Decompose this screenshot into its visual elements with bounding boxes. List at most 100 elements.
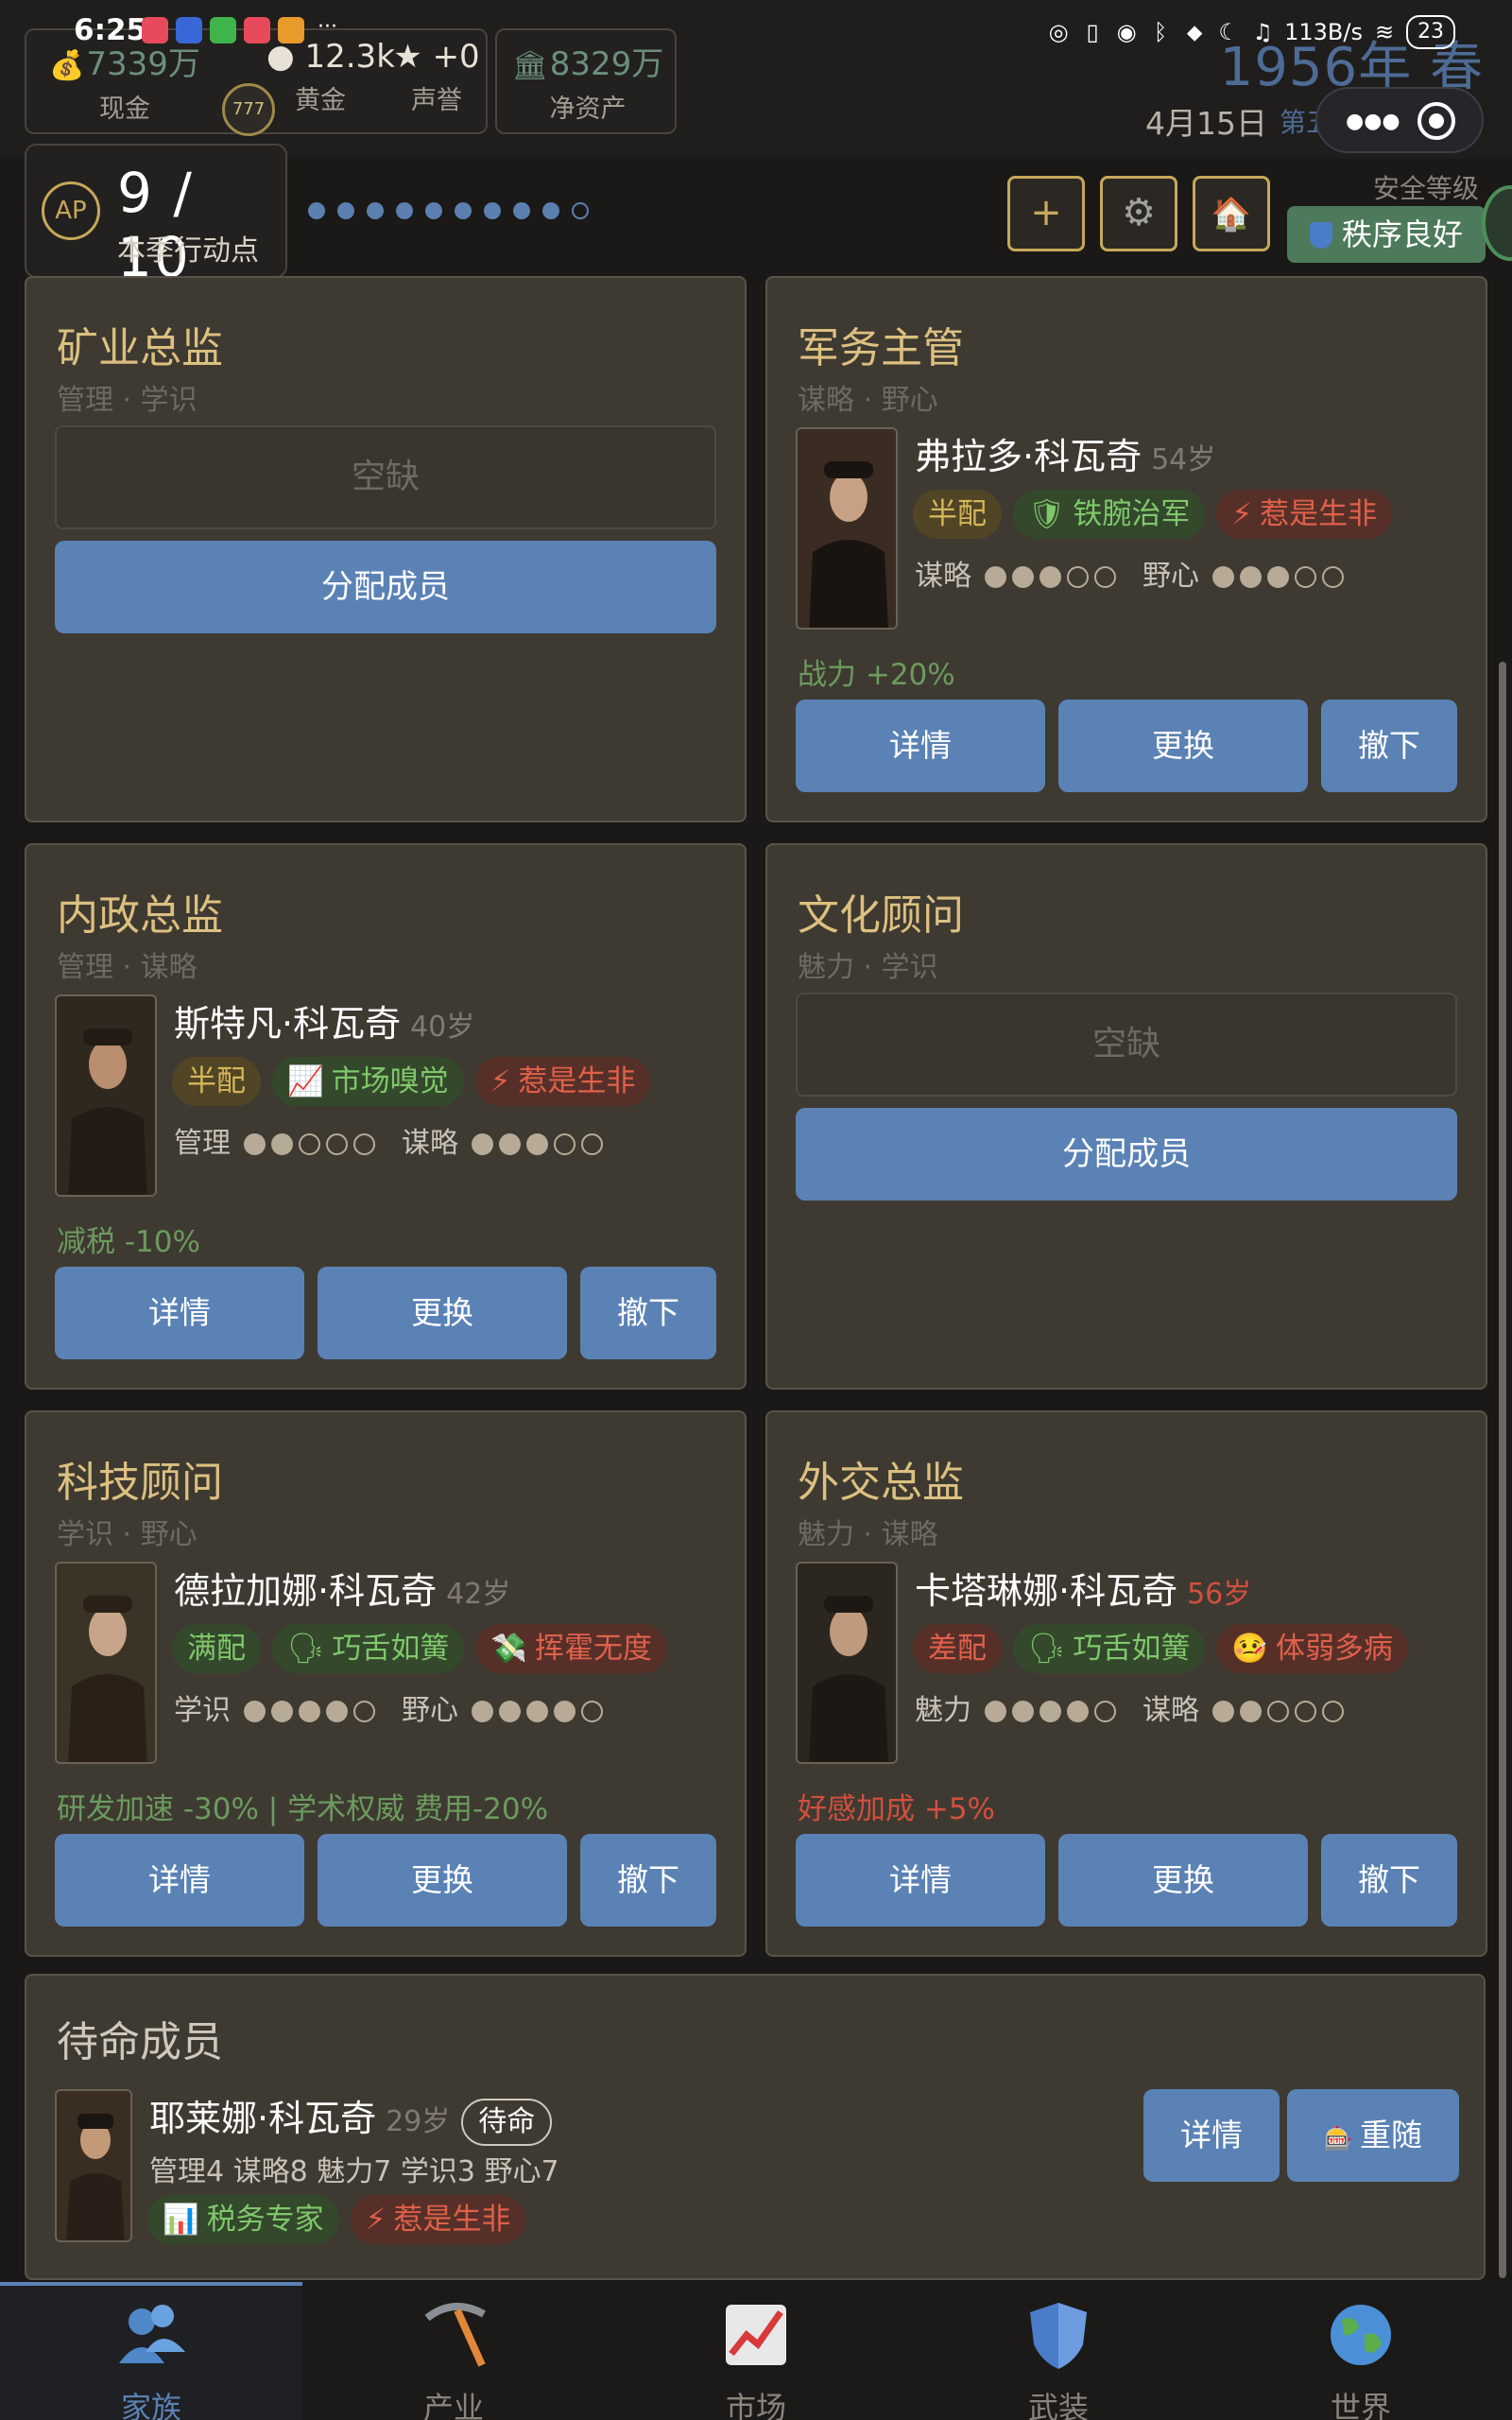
assign-member-button[interactable]: 分配成员	[55, 541, 716, 633]
trait-tag[interactable]: ⚡ 惹是生非	[1216, 490, 1393, 539]
trait-tag[interactable]: ⚡ 惹是生非	[350, 2195, 526, 2244]
details-button[interactable]: 详情	[55, 1267, 304, 1359]
home-button[interactable]: 🏠	[1193, 176, 1270, 251]
speaking-head-icon: 🗣	[1028, 1632, 1066, 1666]
replace-button[interactable]: 更换	[1058, 700, 1308, 792]
replace-button[interactable]: 更换	[318, 1834, 567, 1927]
trait-tag[interactable]: 满配	[172, 1624, 261, 1673]
remove-button[interactable]: 撤下	[580, 1267, 716, 1359]
member-name: 斯特凡·科瓦奇 40岁	[174, 1003, 475, 1045]
nav-item-shield[interactable]: 武装	[907, 2282, 1210, 2420]
empty-slot[interactable]: 空缺	[55, 425, 716, 529]
details-button[interactable]: 详情	[1143, 2089, 1280, 2182]
stat-dot	[1240, 566, 1262, 588]
date-label: 4月15日	[1145, 105, 1267, 142]
stat-dot	[299, 1701, 320, 1722]
trait-tag[interactable]: 🤒 体弱多病	[1216, 1624, 1408, 1673]
stat-dot	[526, 1701, 548, 1722]
member-portrait[interactable]	[55, 994, 157, 1197]
bottom-nav: 家族 产业 市场 武装 世界	[0, 2282, 1512, 2420]
trait-tag[interactable]: 半配	[172, 1057, 261, 1106]
stat-dot	[299, 1133, 320, 1155]
chart-icon: 📈	[287, 1064, 324, 1098]
replace-button[interactable]: 更换	[1058, 1834, 1308, 1927]
app-notification-icon	[176, 17, 202, 43]
money-wings-icon: 💸	[490, 1632, 527, 1666]
eye-icon: ◉	[1116, 19, 1137, 45]
trait-tag[interactable]: 📊 税务专家	[147, 2195, 339, 2244]
position-effect: 战力 +20%	[798, 658, 955, 692]
member-stats: 谋略 野心	[915, 552, 1349, 594]
chat-bubble-icon[interactable]	[1482, 185, 1512, 261]
bluetooth-icon: ᛒ	[1153, 19, 1168, 45]
shield-icon	[1021, 2297, 1096, 2373]
member-portrait[interactable]	[796, 1562, 898, 1764]
member-name: 耶莱娜·科瓦奇 29岁 待命	[149, 2089, 553, 2146]
security-status-badge[interactable]: 秩序良好	[1287, 206, 1486, 263]
trait-tag[interactable]: 🗣 巧舌如簧	[272, 1624, 465, 1673]
position-title: 军务主管	[798, 324, 964, 372]
add-button[interactable]: +	[1007, 176, 1085, 251]
stat-dot	[1067, 566, 1089, 588]
mini-program-capsule[interactable]: ●●●	[1315, 87, 1484, 153]
stat-dot	[1267, 566, 1289, 588]
stat-dot	[271, 1701, 293, 1722]
globe-icon	[1323, 2297, 1399, 2373]
more-icon[interactable]: ●●●	[1346, 110, 1400, 133]
trait-tag[interactable]: 半配	[913, 490, 1002, 539]
trait-tag[interactable]: 差配	[913, 1624, 1002, 1673]
nav-item-family[interactable]: 家族	[0, 2282, 302, 2420]
stat-dot	[1012, 566, 1034, 588]
ap-dot	[308, 202, 325, 219]
position-title: 矿业总监	[57, 324, 223, 372]
ap-dot	[542, 202, 559, 219]
remove-button[interactable]: 撤下	[1321, 1834, 1457, 1927]
empty-slot[interactable]: 空缺	[796, 993, 1457, 1097]
follow-button[interactable]: 🎰 重随	[1287, 2089, 1459, 2182]
ap-dots	[308, 202, 589, 219]
trait-tags: 满配 🗣 巧舌如簧 💸 挥霍无度	[172, 1624, 667, 1673]
trait-tag[interactable]: 📈 市场嗅觉	[272, 1057, 464, 1106]
member-stats: 学识 野心	[174, 1686, 609, 1728]
stat-dot	[1322, 566, 1344, 588]
stat-dot	[985, 1701, 1006, 1722]
details-button[interactable]: 详情	[55, 1834, 304, 1927]
settings-button[interactable]: ⚙	[1100, 176, 1177, 251]
shield-icon: 🛡	[1028, 497, 1066, 531]
remove-button[interactable]: 撤下	[580, 1834, 716, 1927]
assign-member-button[interactable]: 分配成员	[796, 1108, 1457, 1201]
stat-dot	[1094, 1701, 1116, 1722]
app-notification-icon	[278, 17, 304, 43]
stat-dot	[244, 1701, 266, 1722]
member-portrait[interactable]	[55, 2089, 132, 2242]
details-button[interactable]: 详情	[796, 700, 1045, 792]
trait-tag[interactable]: 🗣 巧舌如簧	[1013, 1624, 1206, 1673]
member-portrait[interactable]	[55, 1562, 157, 1764]
lightning-icon: ⚡	[1231, 497, 1253, 531]
nav-item-market-chart[interactable]: 市场	[605, 2282, 907, 2420]
position-effect: 研发加速 -30% | 学术权威 费用-20%	[57, 1792, 549, 1826]
status-bar: 6:25 ··· ◎ ▯ ◉ ᛒ ⬥ ☾ ♫ 113B/s ≋ 23	[0, 0, 1512, 59]
scrollbar[interactable]	[1499, 662, 1506, 2278]
position-card: 外交总监 魅力 · 谋略 卡塔琳娜·科瓦奇 56岁 差配 🗣 巧舌如簧 🤒 体弱多病 魅力…	[765, 1410, 1487, 1957]
stat-dot	[499, 1133, 521, 1155]
trait-tag[interactable]: ⚡ 惹是生非	[474, 1057, 651, 1106]
trait-tags: 📊 税务专家 ⚡ 惹是生非	[147, 2195, 526, 2244]
action-points-panel: AP 9 / 10 本季行动点	[25, 144, 287, 289]
nav-item-pickaxe[interactable]: 产业	[302, 2282, 605, 2420]
position-card: 文化顾问 魅力 · 学识 空缺 分配成员	[765, 843, 1487, 1390]
system-indicators: ◎ ▯ ◉ ᛒ ⬥ ☾ ♫ 113B/s ≋ 23	[1046, 15, 1455, 49]
member-name: 德拉加娜·科瓦奇 42岁	[174, 1570, 511, 1612]
replace-button[interactable]: 更换	[318, 1267, 567, 1359]
details-button[interactable]: 详情	[796, 1834, 1045, 1927]
nav-item-globe[interactable]: 世界	[1210, 2282, 1512, 2420]
member-portrait[interactable]	[796, 427, 898, 630]
position-attributes: 魅力 · 谋略	[798, 1518, 938, 1551]
stat-dot	[1212, 566, 1234, 588]
remove-button[interactable]: 撤下	[1321, 700, 1457, 792]
trait-tag[interactable]: 💸 挥霍无度	[475, 1624, 667, 1673]
close-capsule-icon[interactable]	[1418, 102, 1455, 140]
trait-tag[interactable]: 🛡 铁腕治军	[1013, 490, 1206, 539]
position-title: 外交总监	[798, 1459, 964, 1507]
book-icon: ▯	[1086, 19, 1099, 45]
